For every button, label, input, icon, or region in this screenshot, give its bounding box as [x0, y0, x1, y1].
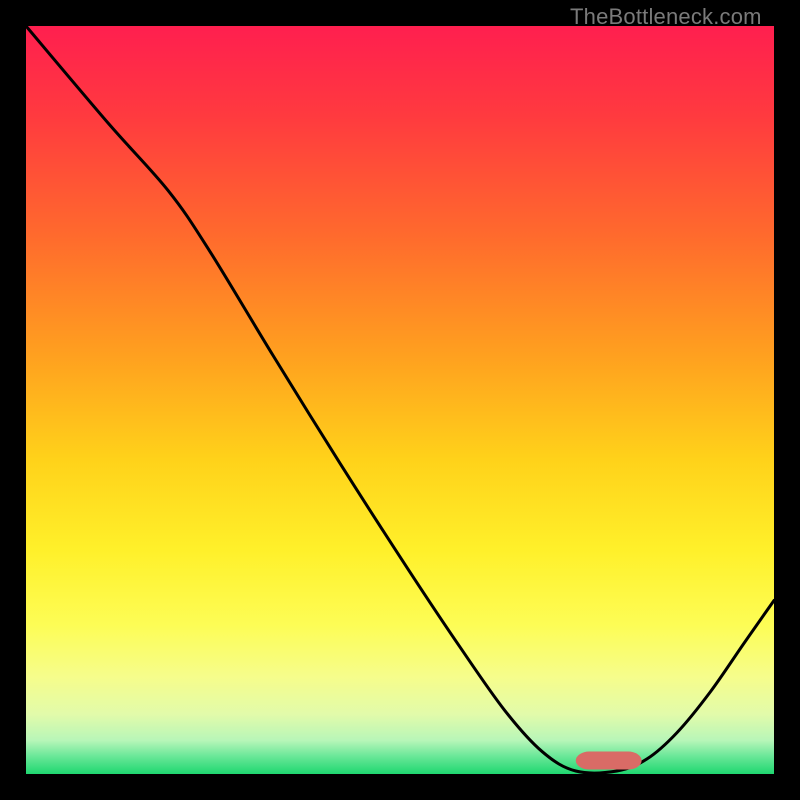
optimal-range-marker — [576, 752, 642, 770]
plot-background-gradient — [26, 26, 774, 774]
chart-svg — [0, 0, 800, 800]
chart-stage: TheBottleneck.com — [0, 0, 800, 800]
